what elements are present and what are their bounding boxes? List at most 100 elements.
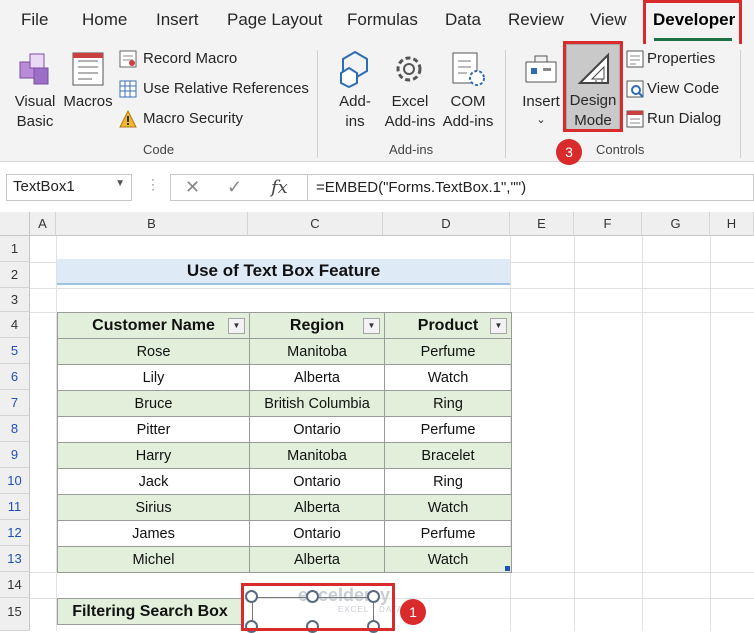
ribbon-separator bbox=[317, 50, 318, 158]
filter-dropdown-icon[interactable]: ▼ bbox=[228, 318, 245, 334]
add-ins-hexagon-icon bbox=[340, 50, 368, 88]
cancel-icon[interactable]: ✕ bbox=[185, 177, 200, 198]
table-resize-handle[interactable] bbox=[505, 566, 510, 571]
macros-label: Macros bbox=[63, 93, 113, 110]
chevron-down-icon[interactable]: ▼ bbox=[115, 178, 125, 189]
row-header-8[interactable]: 8 bbox=[0, 416, 30, 442]
table-cell[interactable]: Michel bbox=[57, 546, 250, 573]
column-header-e[interactable]: E bbox=[510, 212, 574, 236]
row-header-6[interactable]: 6 bbox=[0, 364, 30, 390]
table-cell[interactable]: Watch bbox=[384, 546, 512, 573]
insert-function-icon[interactable]: fx bbox=[271, 177, 288, 198]
ribbon-separator bbox=[505, 50, 506, 158]
table-cell[interactable]: Watch bbox=[384, 494, 512, 521]
sheet-title[interactable]: Use of Text Box Feature bbox=[57, 259, 510, 285]
table-row: Lily Alberta Watch bbox=[57, 364, 512, 391]
tab-review[interactable]: Review bbox=[508, 10, 564, 30]
column-header-b[interactable]: B bbox=[56, 212, 248, 236]
table-cell[interactable]: Bruce bbox=[57, 390, 250, 417]
tab-data[interactable]: Data bbox=[445, 10, 481, 30]
run-dialog-label: Run Dialog bbox=[647, 110, 722, 127]
macro-security-label: Macro Security bbox=[143, 110, 244, 127]
relative-references-icon bbox=[119, 80, 137, 98]
table-cell[interactable]: James bbox=[57, 520, 250, 547]
table-row: Harry Manitoba Bracelet bbox=[57, 442, 512, 469]
table-cell[interactable]: British Columbia bbox=[249, 390, 385, 417]
tab-home[interactable]: Home bbox=[82, 10, 127, 30]
table-cell[interactable]: Alberta bbox=[249, 364, 385, 391]
tab-formulas[interactable]: Formulas bbox=[347, 10, 418, 30]
row-header-15[interactable]: 15 bbox=[0, 598, 30, 631]
row-header-2[interactable]: 2 bbox=[0, 262, 30, 288]
table-cell[interactable]: Sirius bbox=[57, 494, 250, 521]
excel-add-ins-label-2: Add-ins bbox=[384, 113, 436, 130]
table-row: Bruce British Columbia Ring bbox=[57, 390, 512, 417]
table-cell[interactable]: Harry bbox=[57, 442, 250, 469]
row-header-7[interactable]: 7 bbox=[0, 390, 30, 416]
row-header-5[interactable]: 5 bbox=[0, 338, 30, 364]
filter-dropdown-icon[interactable]: ▼ bbox=[363, 318, 380, 334]
visual-basic-icon bbox=[19, 53, 49, 85]
table-cell[interactable]: Ontario bbox=[249, 468, 385, 495]
row-header-14[interactable]: 14 bbox=[0, 572, 30, 598]
table-cell[interactable]: Rose bbox=[57, 338, 250, 365]
header-product[interactable]: Product ▼ bbox=[384, 312, 512, 339]
table-cell[interactable]: Manitoba bbox=[249, 442, 385, 469]
table-row: Rose Manitoba Perfume bbox=[57, 338, 512, 365]
table-cell[interactable]: Perfume bbox=[384, 338, 512, 365]
column-header-f[interactable]: F bbox=[574, 212, 642, 236]
controls-group-label: Controls bbox=[596, 142, 645, 157]
enter-check-icon[interactable]: ✓ bbox=[227, 177, 242, 198]
header-region[interactable]: Region ▼ bbox=[249, 312, 385, 339]
table-cell[interactable]: Jack bbox=[57, 468, 250, 495]
select-all-corner[interactable] bbox=[0, 212, 30, 236]
record-macro-label: Record Macro bbox=[143, 50, 238, 67]
developer-highlight bbox=[643, 0, 742, 48]
add-ins-group-label: Add-ins bbox=[389, 142, 434, 157]
table-row: Sirius Alberta Watch bbox=[57, 494, 512, 521]
table-cell[interactable]: Alberta bbox=[249, 546, 385, 573]
tab-page-layout[interactable]: Page Layout bbox=[227, 10, 322, 30]
table-cell[interactable]: Lily bbox=[57, 364, 250, 391]
gridline bbox=[710, 236, 711, 631]
row-header-13[interactable]: 13 bbox=[0, 546, 30, 572]
com-add-ins-label-2: Add-ins bbox=[442, 113, 494, 130]
table-cell[interactable]: Bracelet bbox=[384, 442, 512, 469]
tab-view[interactable]: View bbox=[590, 10, 627, 30]
more-options-icon[interactable]: ⋮ bbox=[146, 176, 160, 193]
formula-bar: TextBox1 ▼ ⋮ ✕ ✓ fx =EMBED("Forms.TextBo… bbox=[0, 170, 754, 204]
table-cell[interactable]: Perfume bbox=[384, 520, 512, 547]
table-cell[interactable]: Ring bbox=[384, 468, 512, 495]
column-header-h[interactable]: H bbox=[710, 212, 754, 236]
table-cell[interactable]: Pitter bbox=[57, 416, 250, 443]
table-cell[interactable]: Ring bbox=[384, 390, 512, 417]
step-badge-3: 3 bbox=[556, 139, 582, 165]
tab-insert[interactable]: Insert bbox=[156, 10, 199, 30]
name-box[interactable]: TextBox1 ▼ bbox=[6, 174, 132, 201]
column-header-c[interactable]: C bbox=[248, 212, 383, 236]
row-header-9[interactable]: 9 bbox=[0, 442, 30, 468]
record-macro-icon bbox=[119, 50, 137, 68]
table-cell[interactable]: Ontario bbox=[249, 520, 385, 547]
gear-icon bbox=[396, 56, 422, 82]
filter-active-icon[interactable]: ▼ bbox=[490, 318, 507, 334]
row-header-4[interactable]: 4 bbox=[0, 312, 30, 338]
row-header-3[interactable]: 3 bbox=[0, 288, 30, 312]
row-header-1[interactable]: 1 bbox=[0, 236, 30, 262]
row-header-12[interactable]: 12 bbox=[0, 520, 30, 546]
formula-input[interactable]: =EMBED("Forms.TextBox.1","") bbox=[308, 174, 754, 201]
table-cell[interactable]: Manitoba bbox=[249, 338, 385, 365]
table-cell[interactable]: Watch bbox=[384, 364, 512, 391]
visual-basic-label-1: Visual bbox=[14, 93, 56, 110]
table-cell[interactable]: Perfume bbox=[384, 416, 512, 443]
column-header-g[interactable]: G bbox=[642, 212, 710, 236]
tab-file[interactable]: File bbox=[21, 10, 48, 30]
header-customer-name[interactable]: Customer Name ▼ bbox=[57, 312, 250, 339]
table-cell[interactable]: Alberta bbox=[249, 494, 385, 521]
row-header-11[interactable]: 11 bbox=[0, 494, 30, 520]
column-header-a[interactable]: A bbox=[30, 212, 56, 236]
column-header-d[interactable]: D bbox=[383, 212, 510, 236]
row-header-10[interactable]: 10 bbox=[0, 468, 30, 494]
warning-icon bbox=[119, 110, 137, 128]
table-cell[interactable]: Ontario bbox=[249, 416, 385, 443]
